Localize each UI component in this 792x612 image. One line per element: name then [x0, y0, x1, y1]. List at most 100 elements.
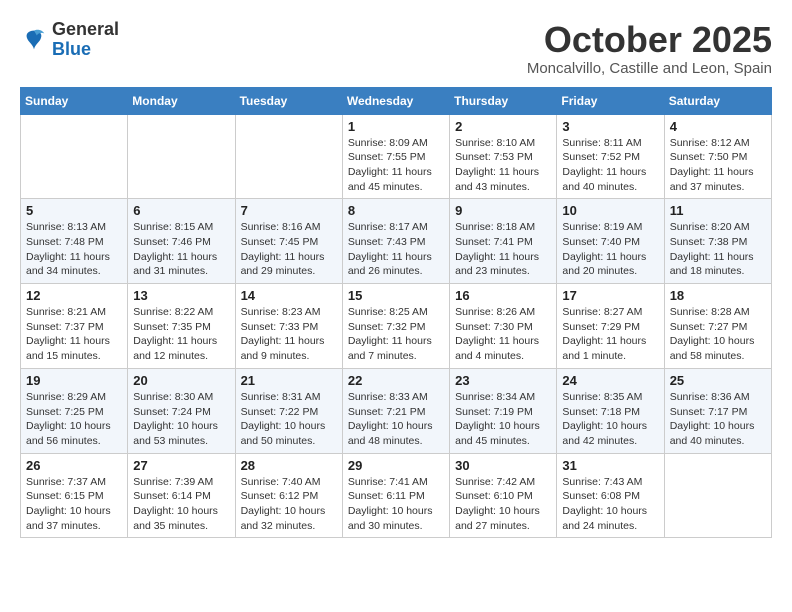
- day-cell: 20 Sunrise: 8:30 AM Sunset: 7:24 PM Dayli…: [128, 368, 235, 453]
- day-info: Sunrise: 8:34 AM Sunset: 7:19 PM Dayligh…: [455, 390, 551, 449]
- day-info: Sunrise: 8:27 AM Sunset: 7:29 PM Dayligh…: [562, 305, 658, 364]
- week-row-1: 1 Sunrise: 8:09 AM Sunset: 7:55 PM Daylig…: [21, 114, 772, 199]
- day-info: Sunrise: 8:23 AM Sunset: 7:33 PM Dayligh…: [241, 305, 337, 364]
- day-number: 31: [562, 458, 658, 473]
- week-row-5: 26Sunrise: 7:37 AM Sunset: 6:15 PM Dayli…: [21, 453, 772, 538]
- day-number: 25: [670, 373, 766, 388]
- day-number: 11: [670, 203, 766, 218]
- day-number: 27: [133, 458, 229, 473]
- day-number: 2: [455, 119, 551, 134]
- day-number: 5: [26, 203, 122, 218]
- day-number: 21: [241, 373, 337, 388]
- day-cell: 22 Sunrise: 8:33 AM Sunset: 7:21 PM Dayli…: [342, 368, 449, 453]
- day-info: Sunrise: 8:31 AM Sunset: 7:22 PM Dayligh…: [241, 390, 337, 449]
- day-info: Sunrise: 8:26 AM Sunset: 7:30 PM Dayligh…: [455, 305, 551, 364]
- day-info: Sunrise: 7:39 AM Sunset: 6:14 PM Dayligh…: [133, 475, 229, 534]
- day-info: Sunrise: 8:16 AM Sunset: 7:45 PM Dayligh…: [241, 220, 337, 279]
- day-info: Sunrise: 8:10 AM Sunset: 7:53 PM Dayligh…: [455, 136, 551, 195]
- header: General Blue October 2025 Moncalvillo, C…: [20, 20, 772, 77]
- col-monday: Monday: [128, 87, 235, 114]
- day-info: Sunrise: 7:42 AM Sunset: 6:10 PM Dayligh…: [455, 475, 551, 534]
- day-info: Sunrise: 8:33 AM Sunset: 7:21 PM Dayligh…: [348, 390, 444, 449]
- day-cell: 17 Sunrise: 8:27 AM Sunset: 7:29 PM Dayli…: [557, 284, 664, 369]
- day-info: Sunrise: 8:35 AM Sunset: 7:18 PM Dayligh…: [562, 390, 658, 449]
- logo-icon: [20, 26, 48, 54]
- day-info: Sunrise: 8:25 AM Sunset: 7:32 PM Dayligh…: [348, 305, 444, 364]
- day-number: 13: [133, 288, 229, 303]
- title-area: October 2025 Moncalvillo, Castille and L…: [527, 20, 772, 77]
- day-number: 23: [455, 373, 551, 388]
- day-cell: 12 Sunrise: 8:21 AM Sunset: 7:37 PM Dayli…: [21, 284, 128, 369]
- day-number: 8: [348, 203, 444, 218]
- month-title: October 2025: [527, 20, 772, 60]
- day-info: Sunrise: 8:09 AM Sunset: 7:55 PM Dayligh…: [348, 136, 444, 195]
- day-number: 29: [348, 458, 444, 473]
- col-thursday: Thursday: [450, 87, 557, 114]
- day-info: Sunrise: 7:43 AM Sunset: 6:08 PM Dayligh…: [562, 475, 658, 534]
- day-cell: 6Sunrise: 8:15 AM Sunset: 7:46 PM Daylig…: [128, 199, 235, 284]
- day-cell: [664, 453, 771, 538]
- day-cell: 31 Sunrise: 7:43 AM Sunset: 6:08 PM Dayli…: [557, 453, 664, 538]
- calendar: Sunday Monday Tuesday Wednesday Thursday…: [20, 87, 772, 539]
- day-number: 19: [26, 373, 122, 388]
- day-cell: [21, 114, 128, 199]
- day-cell: 13 Sunrise: 8:22 AM Sunset: 7:35 PM Dayli…: [128, 284, 235, 369]
- day-cell: 4 Sunrise: 8:12 AM Sunset: 7:50 PM Daylig…: [664, 114, 771, 199]
- day-cell: 23 Sunrise: 8:34 AM Sunset: 7:19 PM Dayli…: [450, 368, 557, 453]
- col-sunday: Sunday: [21, 87, 128, 114]
- day-cell: [128, 114, 235, 199]
- location: Moncalvillo, Castille and Leon, Spain: [527, 60, 772, 77]
- day-info: Sunrise: 8:36 AM Sunset: 7:17 PM Dayligh…: [670, 390, 766, 449]
- day-cell: 2 Sunrise: 8:10 AM Sunset: 7:53 PM Daylig…: [450, 114, 557, 199]
- day-info: Sunrise: 8:21 AM Sunset: 7:37 PM Dayligh…: [26, 305, 122, 364]
- day-info: Sunrise: 8:15 AM Sunset: 7:46 PM Dayligh…: [133, 220, 229, 279]
- day-number: 30: [455, 458, 551, 473]
- day-cell: 11 Sunrise: 8:20 AM Sunset: 7:38 PM Dayli…: [664, 199, 771, 284]
- day-number: 1: [348, 119, 444, 134]
- day-cell: 8 Sunrise: 8:17 AM Sunset: 7:43 PM Daylig…: [342, 199, 449, 284]
- day-info: Sunrise: 8:13 AM Sunset: 7:48 PM Dayligh…: [26, 220, 122, 279]
- day-info: Sunrise: 7:40 AM Sunset: 6:12 PM Dayligh…: [241, 475, 337, 534]
- week-row-3: 12 Sunrise: 8:21 AM Sunset: 7:37 PM Dayli…: [21, 284, 772, 369]
- day-number: 28: [241, 458, 337, 473]
- day-info: Sunrise: 8:11 AM Sunset: 7:52 PM Dayligh…: [562, 136, 658, 195]
- day-info: Sunrise: 8:22 AM Sunset: 7:35 PM Dayligh…: [133, 305, 229, 364]
- day-number: 20: [133, 373, 229, 388]
- day-cell: 1 Sunrise: 8:09 AM Sunset: 7:55 PM Daylig…: [342, 114, 449, 199]
- logo: General Blue: [20, 20, 119, 60]
- day-number: 24: [562, 373, 658, 388]
- day-cell: 27 Sunrise: 7:39 AM Sunset: 6:14 PM Dayli…: [128, 453, 235, 538]
- week-row-4: 19 Sunrise: 8:29 AM Sunset: 7:25 PM Dayli…: [21, 368, 772, 453]
- day-number: 9: [455, 203, 551, 218]
- day-cell: 28 Sunrise: 7:40 AM Sunset: 6:12 PM Dayli…: [235, 453, 342, 538]
- day-cell: 26Sunrise: 7:37 AM Sunset: 6:15 PM Dayli…: [21, 453, 128, 538]
- day-info: Sunrise: 8:12 AM Sunset: 7:50 PM Dayligh…: [670, 136, 766, 195]
- day-info: Sunrise: 7:41 AM Sunset: 6:11 PM Dayligh…: [348, 475, 444, 534]
- day-info: Sunrise: 8:17 AM Sunset: 7:43 PM Dayligh…: [348, 220, 444, 279]
- col-friday: Friday: [557, 87, 664, 114]
- day-cell: [235, 114, 342, 199]
- day-cell: 19 Sunrise: 8:29 AM Sunset: 7:25 PM Dayli…: [21, 368, 128, 453]
- day-cell: 3 Sunrise: 8:11 AM Sunset: 7:52 PM Daylig…: [557, 114, 664, 199]
- day-info: Sunrise: 8:30 AM Sunset: 7:24 PM Dayligh…: [133, 390, 229, 449]
- day-info: Sunrise: 8:29 AM Sunset: 7:25 PM Dayligh…: [26, 390, 122, 449]
- day-cell: 21 Sunrise: 8:31 AM Sunset: 7:22 PM Dayli…: [235, 368, 342, 453]
- day-number: 17: [562, 288, 658, 303]
- day-number: 22: [348, 373, 444, 388]
- col-wednesday: Wednesday: [342, 87, 449, 114]
- day-number: 18: [670, 288, 766, 303]
- day-cell: 5 Sunrise: 8:13 AM Sunset: 7:48 PM Daylig…: [21, 199, 128, 284]
- day-cell: 30 Sunrise: 7:42 AM Sunset: 6:10 PM Dayli…: [450, 453, 557, 538]
- day-info: Sunrise: 8:20 AM Sunset: 7:38 PM Dayligh…: [670, 220, 766, 279]
- col-tuesday: Tuesday: [235, 87, 342, 114]
- day-info: Sunrise: 8:19 AM Sunset: 7:40 PM Dayligh…: [562, 220, 658, 279]
- week-row-2: 5 Sunrise: 8:13 AM Sunset: 7:48 PM Daylig…: [21, 199, 772, 284]
- day-number: 3: [562, 119, 658, 134]
- day-number: 4: [670, 119, 766, 134]
- logo-text: General Blue: [52, 20, 119, 60]
- day-number: 10: [562, 203, 658, 218]
- day-number: 26: [26, 458, 122, 473]
- day-number: 15: [348, 288, 444, 303]
- day-number: 14: [241, 288, 337, 303]
- day-number: 12: [26, 288, 122, 303]
